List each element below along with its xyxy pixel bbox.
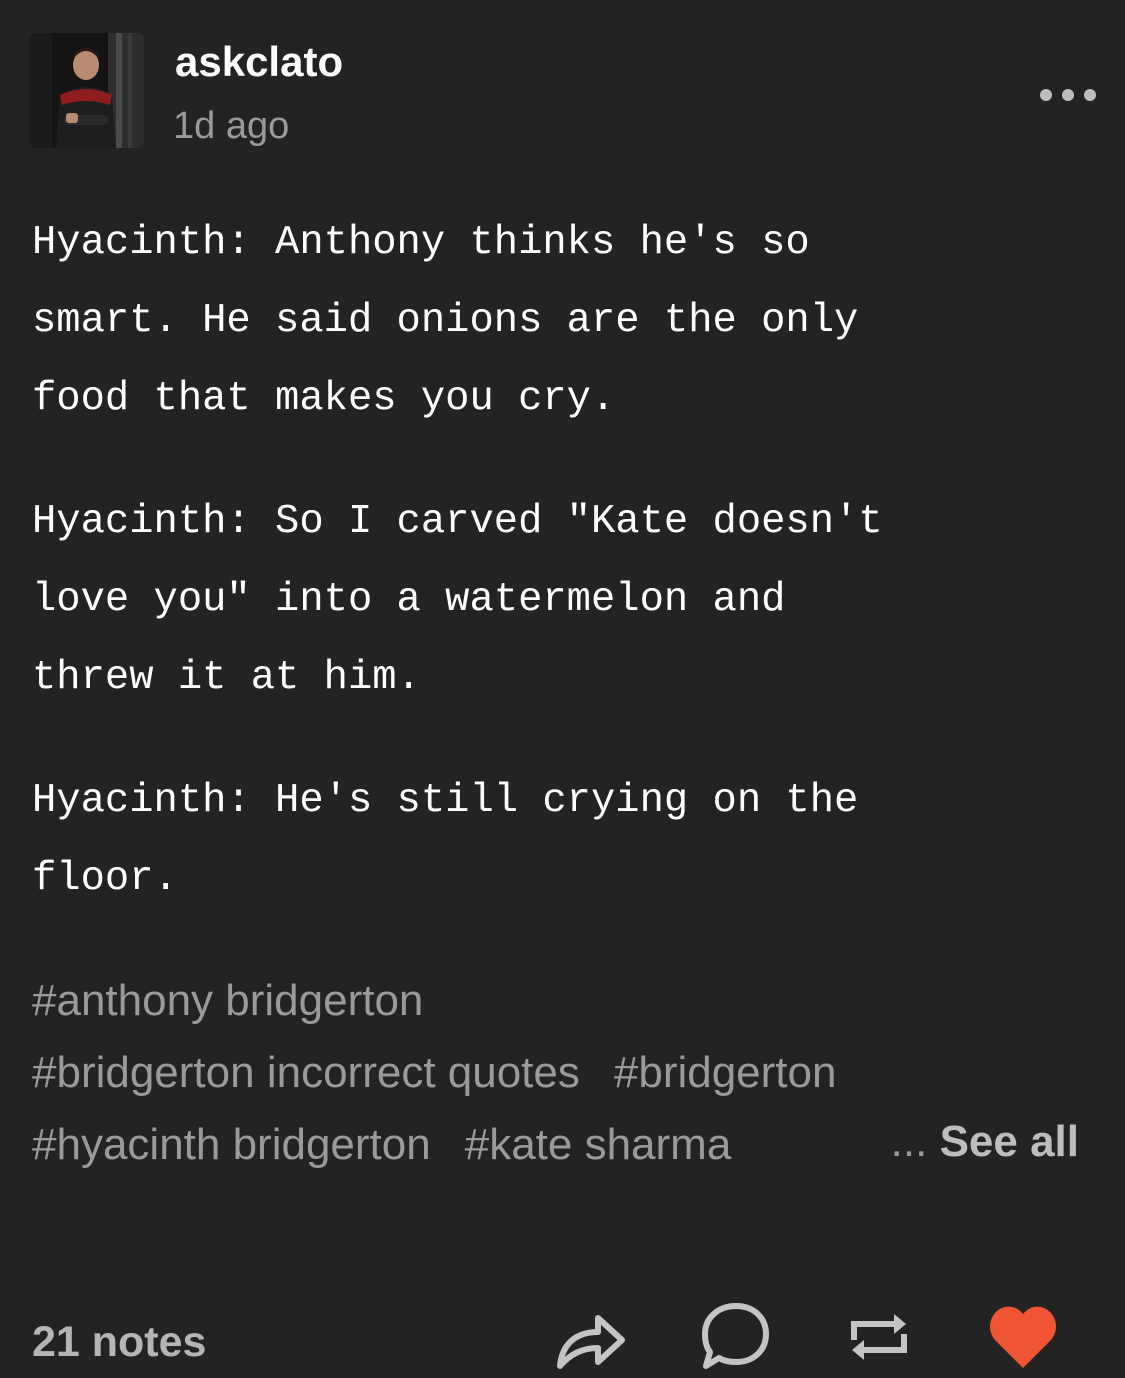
share-button[interactable]: [554, 1300, 628, 1374]
see-all-tags-button[interactable]: ... See all: [891, 1106, 1079, 1178]
reply-icon: [702, 1303, 769, 1369]
post-paragraph: Hyacinth: Anthony thinks he's so smart. …: [32, 220, 859, 422]
see-all-ellipsis: ...: [890, 1117, 928, 1166]
heart-icon: [990, 1306, 1056, 1368]
username[interactable]: askclato: [175, 38, 343, 86]
share-icon: [557, 1315, 625, 1369]
tag-bridgerton[interactable]: #bridgerton: [614, 1037, 837, 1109]
tag-bridgerton-incorrect-quotes[interactable]: #bridgerton incorrect quotes: [32, 1037, 580, 1109]
tag-kate-sharma[interactable]: #kate sharma: [465, 1109, 732, 1181]
post-timestamp: 1d ago: [173, 105, 290, 147]
see-all-label: See all: [939, 1117, 1079, 1166]
like-button[interactable]: [986, 1300, 1060, 1374]
avatar-image: [30, 33, 144, 148]
reblog-icon: [851, 1314, 907, 1360]
reply-button[interactable]: [698, 1300, 772, 1374]
reblog-button[interactable]: [842, 1300, 916, 1374]
post-paragraph: Hyacinth: He's still crying on the floor…: [32, 778, 859, 902]
tag-anthony-bridgerton[interactable]: #anthony bridgerton: [32, 965, 423, 1037]
avatar[interactable]: [30, 33, 144, 148]
tag-hyacinth-bridgerton[interactable]: #hyacinth bridgerton: [32, 1109, 431, 1181]
more-options-button[interactable]: [1036, 80, 1100, 110]
notes-count[interactable]: 21 notes: [32, 1314, 206, 1370]
more-horizontal-icon: [1040, 89, 1096, 101]
post-paragraph: Hyacinth: So I carved "Kate doesn't love…: [32, 499, 883, 701]
post-body: Hyacinth: Anthony thinks he's so smart. …: [32, 204, 1092, 963]
